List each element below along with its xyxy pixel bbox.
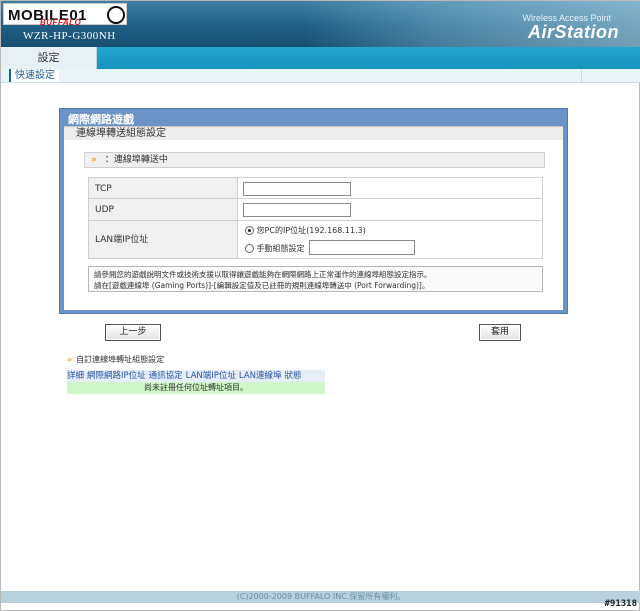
tcp-input[interactable]	[243, 182, 351, 196]
back-button[interactable]: 上一步	[105, 324, 161, 341]
radio-pc-ip[interactable]	[245, 226, 254, 235]
udp-value-cell	[239, 199, 542, 220]
header-banner: MOBILE01 BUFFALO WZR-HP-G300NH Wireless …	[1, 1, 640, 47]
port-forward-panel: 網際網路遊戲 連線埠轉送組態設定 » ：連線埠轉送中 TCP UDP LAN端I…	[59, 108, 568, 314]
main-nav: 設定	[1, 47, 640, 69]
col-status: 狀態	[284, 371, 302, 381]
info-line-1: 請參閱您的遊戲說明文件或技術支援以取得讓遊戲能夠在網際網路上正常運作的連線埠組態…	[94, 270, 432, 279]
option-manual-label: 手動組態設定	[256, 244, 305, 253]
buffalo-logo: BUFFALO	[40, 18, 82, 27]
brand-name: AirStation	[527, 22, 619, 42]
col-protocol: 通訊協定	[148, 371, 183, 381]
panel-title: 網際網路遊戲	[68, 113, 134, 126]
option-manual[interactable]: 手動組態設定	[245, 243, 305, 254]
manual-ip-input[interactable]	[309, 240, 415, 255]
col-lan-ip: LAN端IP位址	[185, 371, 236, 381]
browser-frame: MOBILE01 BUFFALO WZR-HP-G300NH Wireless …	[0, 0, 640, 611]
site-logo: MOBILE01 BUFFALO	[3, 3, 127, 27]
udp-row: UDP	[88, 199, 543, 221]
tab-settings[interactable]: 設定	[1, 47, 97, 69]
col-detail: 詳細	[67, 371, 85, 381]
lan-ip-row: LAN端IP位址 您PC的IP位址(192.168.11.3) 手動組態設定	[88, 221, 543, 259]
subnav-item-quick-setup[interactable]: 快速設定	[9, 69, 59, 82]
logo-circle-icon	[107, 6, 125, 24]
option-pc-ip[interactable]: 您PC的IP位址(192.168.11.3)	[245, 225, 366, 236]
custom-forward-title-text: 自訂連線埠轉址組態設定	[76, 355, 165, 364]
tcp-label: TCP	[89, 178, 238, 198]
sub-nav: 快速設定	[1, 69, 640, 83]
option-pc-ip-label: 您PC的IP位址(192.168.11.3)	[256, 226, 366, 235]
udp-label: UDP	[89, 199, 238, 220]
double-chevron-icon: »	[91, 155, 97, 165]
apply-button[interactable]: 套用	[479, 324, 521, 341]
panel-subtitle: 連線埠轉送組態設定	[64, 126, 563, 140]
tcp-row: TCP	[88, 177, 543, 199]
section-header: » ：連線埠轉送中	[84, 152, 545, 168]
model-name: WZR-HP-G300NH	[23, 30, 116, 42]
double-chevron-icon: »	[67, 355, 73, 364]
footer-copyright: (C)2000-2009 BUFFALO INC.保留所有權利。	[1, 591, 640, 603]
udp-input[interactable]	[243, 203, 351, 217]
panel-body: » ：連線埠轉送中 TCP UDP LAN端IP位址 您PC的IP位址(192.…	[64, 140, 563, 310]
tcp-value-cell	[239, 178, 542, 198]
watermark: #91318	[604, 599, 637, 609]
lan-ip-value-cell: 您PC的IP位址(192.168.11.3) 手動組態設定	[239, 221, 542, 258]
subnav-divider	[581, 69, 582, 83]
lan-ip-label: LAN端IP位址	[89, 221, 238, 258]
custom-forward-title: » 自訂連線埠轉址組態設定	[67, 354, 164, 365]
section-title: ：連線埠轉送中	[104, 155, 168, 165]
info-line-2: 請在[遊戲連線埠 (Gaming Ports)]-[編輯設定值及已註冊的規則連線…	[94, 281, 430, 290]
table-header: 詳細 網際網路IP位址 通訊協定 LAN端IP位址 LAN連線埠 狀態	[67, 370, 325, 382]
col-lan-port: LAN連線埠	[238, 371, 282, 381]
table-empty-row: 尚未註冊任何位址轉址項目。	[67, 382, 325, 394]
info-note: 請參閱您的遊戲說明文件或技術支援以取得讓遊戲能夠在網際網路上正常運作的連線埠組態…	[88, 266, 543, 292]
col-wan-ip: 網際網路IP位址	[87, 371, 146, 381]
radio-manual[interactable]	[245, 244, 254, 253]
